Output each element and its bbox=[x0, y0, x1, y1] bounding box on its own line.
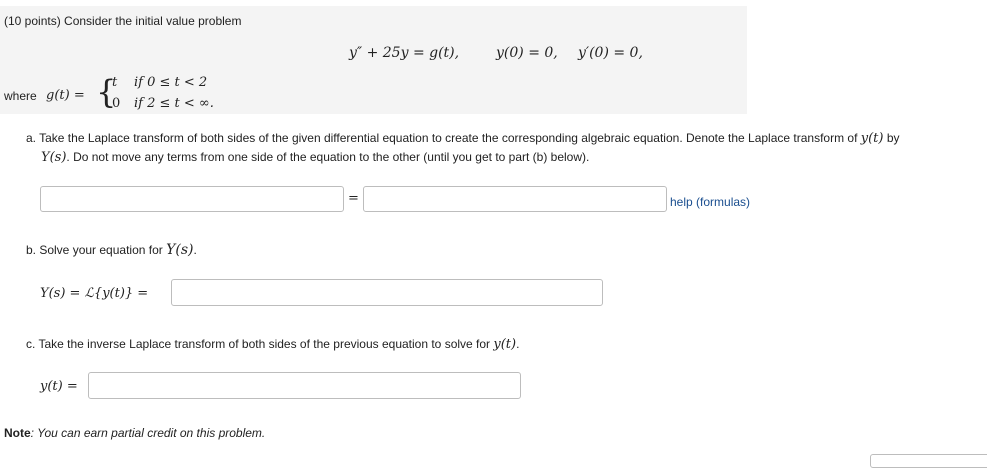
help-formulas-link[interactable]: help (formulas) bbox=[670, 195, 750, 209]
part-a-text2: . Do not move any terms from one side of… bbox=[66, 150, 590, 164]
part-a-right-answer-field[interactable] bbox=[363, 186, 667, 212]
part-c-answer-lhs: y(t) = bbox=[40, 379, 78, 394]
part-b-answer-lhs: Y(s) = ℒ{y(t)} = bbox=[40, 286, 149, 301]
part-a-left-answer-field[interactable] bbox=[40, 186, 344, 212]
part-a-by: by bbox=[886, 131, 900, 145]
partial-credit-note: Note: You can earn partial credit on thi… bbox=[4, 426, 265, 440]
part-c-text: c. Take the inverse Laplace transform of… bbox=[26, 337, 491, 351]
piecewise-case2-value: 0 bbox=[112, 96, 121, 111]
points-label: (10 points) Consider the initial value p… bbox=[4, 14, 242, 28]
part-a-y-of-t: y(t) bbox=[860, 131, 884, 146]
note-label: Note bbox=[4, 426, 31, 440]
part-b-answer-field[interactable] bbox=[171, 279, 603, 306]
where-label: where bbox=[4, 89, 37, 103]
part-c-instructions: c. Take the inverse Laplace transform of… bbox=[26, 337, 519, 352]
part-a-equals-sign: = bbox=[348, 191, 359, 206]
part-c-period: . bbox=[516, 337, 520, 351]
note-text: : You can earn partial credit on this pr… bbox=[30, 426, 266, 440]
piecewise-case1-value: t bbox=[112, 75, 118, 90]
part-c-answer-field[interactable] bbox=[88, 372, 521, 399]
part-b-text: b. Solve your equation for bbox=[26, 243, 163, 257]
part-b-Y-of-s: Y(s) bbox=[166, 242, 194, 258]
initial-condition-1: y(0) = 0, bbox=[496, 45, 558, 61]
part-a-text: a. Take the Laplace transform of both si… bbox=[26, 131, 858, 145]
part-c-y-of-t: y(t) bbox=[493, 337, 517, 352]
initial-condition-2: y′(0) = 0, bbox=[578, 45, 643, 61]
bottom-right-partial-control[interactable] bbox=[870, 454, 987, 468]
part-b-instructions: b. Solve your equation for Y(s). bbox=[26, 242, 197, 258]
header-right-blank-panel bbox=[747, 6, 987, 114]
differential-equation: y″ + 25y = g(t), bbox=[349, 45, 460, 61]
piecewise-case1-condition: if 0 ≤ t < 2 bbox=[134, 75, 208, 90]
piecewise-case2-condition: if 2 ≤ t < ∞. bbox=[134, 96, 214, 111]
part-b-period: . bbox=[193, 243, 197, 257]
part-a-instructions-line2: Y(s). Do not move any terms from one sid… bbox=[41, 150, 589, 165]
part-a-instructions-line1: a. Take the Laplace transform of both si… bbox=[26, 131, 900, 146]
part-a-Y-of-s: Y(s) bbox=[41, 150, 67, 165]
g-definition-lhs: g(t) = bbox=[46, 88, 85, 103]
